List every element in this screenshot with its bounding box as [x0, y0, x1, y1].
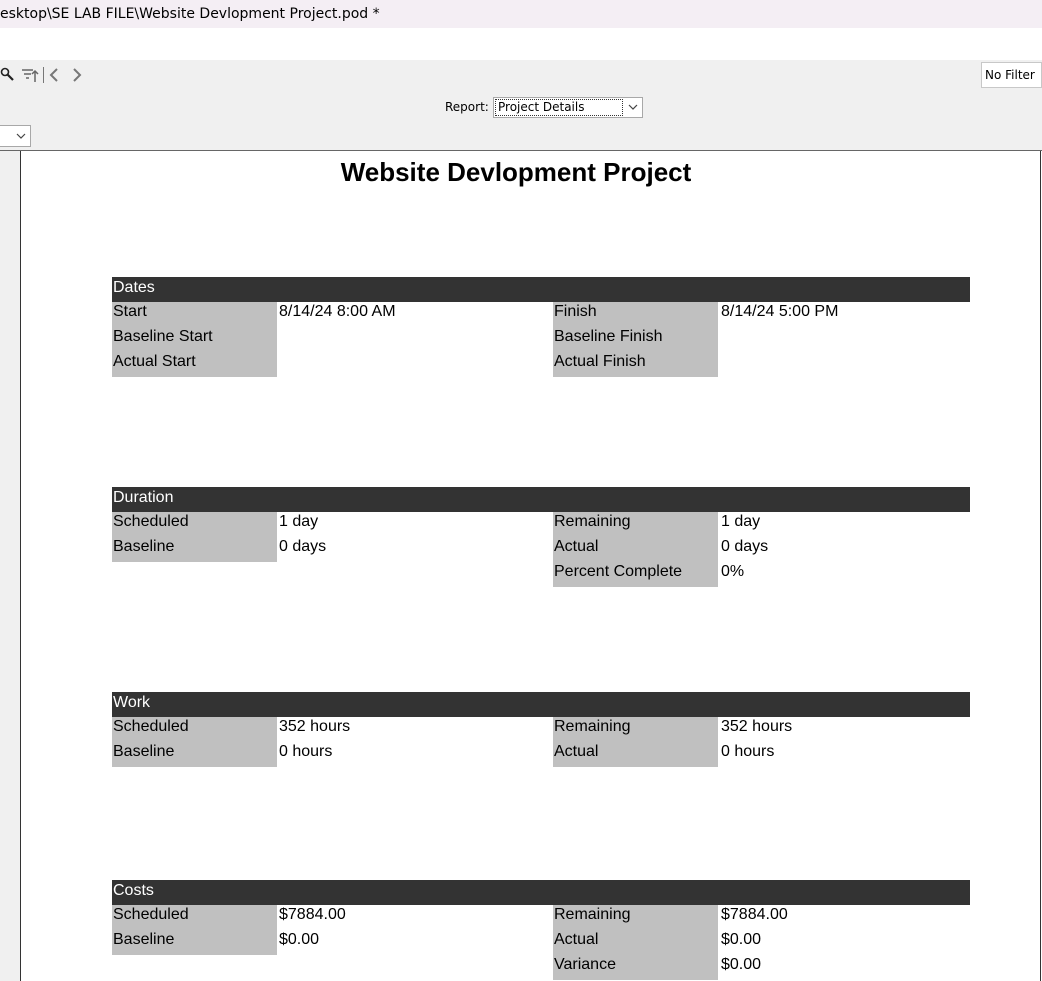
window-title: esktop\SE LAB FILE\Website Devlopment Pr…	[0, 6, 380, 22]
costs-scheduled-label: Scheduled	[112, 905, 277, 930]
costs-remaining-value: $7884.00	[721, 906, 788, 923]
view-select[interactable]	[0, 125, 31, 147]
section-header-costs: Costs	[112, 880, 970, 905]
duration-remaining-label: Remaining	[553, 512, 718, 537]
duration-actual-value: 0 days	[721, 538, 769, 555]
section-header-duration: Duration	[112, 487, 970, 512]
report-select[interactable]: Project Details	[493, 97, 643, 118]
forward-arrow-icon[interactable]	[70, 66, 84, 84]
report-label: Report:	[445, 100, 489, 114]
duration-scheduled-label: Scheduled	[112, 512, 277, 537]
report-title: Website Devlopment Project	[340, 157, 692, 187]
duration-actual-label: Actual	[553, 537, 718, 562]
costs-actual-label: Actual	[553, 930, 718, 955]
dates-start-label: Start	[112, 302, 277, 327]
work-remaining-label: Remaining	[553, 717, 718, 742]
work-scheduled-label: Scheduled	[112, 717, 277, 742]
filter-icon[interactable]	[21, 66, 39, 84]
duration-remaining-value: 1 day	[721, 513, 761, 530]
dates-start-value: 8/14/24 8:00 AM	[279, 303, 396, 320]
costs-variance-label: Variance	[553, 955, 718, 980]
dates-finish-label: Finish	[553, 302, 718, 327]
section-header-dates: Dates	[112, 277, 970, 302]
work-actual-label: Actual	[553, 742, 718, 767]
work-actual-value: 0 hours	[721, 743, 775, 760]
dates-baseline-start-label: Baseline Start	[112, 327, 277, 352]
menu-strip	[0, 28, 1042, 60]
work-remaining-value: 352 hours	[721, 718, 793, 735]
duration-scheduled-value: 1 day	[279, 513, 319, 530]
costs-remaining-label: Remaining	[553, 905, 718, 930]
page-edge	[1040, 151, 1041, 981]
work-scheduled-value: 352 hours	[279, 718, 351, 735]
costs-scheduled-value: $7884.00	[279, 906, 346, 923]
duration-baseline-label: Baseline	[112, 537, 277, 562]
work-baseline-value: 0 hours	[279, 743, 333, 760]
chevron-down-icon	[627, 100, 639, 119]
report-select-value: Project Details	[495, 99, 623, 116]
back-arrow-icon[interactable]	[47, 66, 61, 84]
toolbar-separator	[43, 67, 44, 83]
costs-actual-value: $0.00	[721, 931, 762, 948]
section-header-work: Work	[112, 692, 970, 717]
dates-finish-value: 8/14/24 5:00 PM	[721, 303, 839, 320]
costs-variance-value: $0.00	[721, 956, 762, 973]
report-page	[20, 151, 1042, 981]
chevron-down-icon	[15, 129, 27, 148]
duration-baseline-value: 0 days	[279, 538, 327, 555]
zoom-icon[interactable]	[0, 66, 16, 84]
duration-percent-complete-label: Percent Complete	[553, 562, 718, 587]
filter-dropdown[interactable]: No Filter	[981, 62, 1042, 88]
dates-baseline-finish-label: Baseline Finish	[553, 327, 718, 352]
window-title-bar: esktop\SE LAB FILE\Website Devlopment Pr…	[0, 0, 1042, 28]
duration-percent-complete-value: 0%	[721, 563, 745, 580]
costs-baseline-label: Baseline	[112, 930, 277, 955]
costs-baseline-value: $0.00	[279, 931, 320, 948]
dates-actual-finish-label: Actual Finish	[553, 352, 718, 377]
filter-value: No Filter	[985, 68, 1035, 82]
dates-actual-start-label: Actual Start	[112, 352, 277, 377]
work-baseline-label: Baseline	[112, 742, 277, 767]
